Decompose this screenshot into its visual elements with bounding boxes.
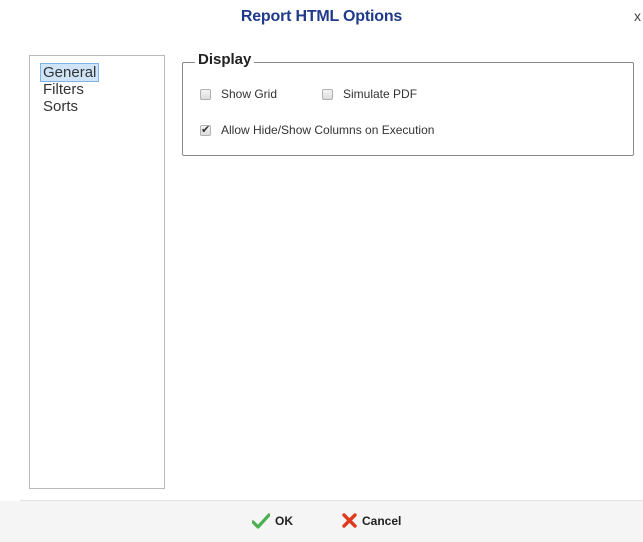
- nav-item-general[interactable]: General: [40, 63, 100, 82]
- cross-icon: [342, 513, 357, 528]
- nav-item-sorts[interactable]: Sorts: [41, 98, 80, 115]
- simulate-pdf-checkbox[interactable]: [322, 88, 333, 100]
- allow-hide-show-columns-label: Allow Hide/Show Columns on Execution: [221, 123, 435, 137]
- display-group: [182, 62, 634, 156]
- show-grid-label: Show Grid: [221, 87, 278, 101]
- dialog-footer: [0, 501, 643, 542]
- ok-button-label: OK: [275, 514, 293, 528]
- allow-hide-show-columns-checkbox[interactable]: [200, 123, 211, 136]
- simulate-pdf-option[interactable]: Simulate PDF: [322, 87, 417, 101]
- allow-hide-show-columns-option[interactable]: Allow Hide/Show Columns on Execution: [200, 123, 434, 137]
- footer-divider: [20, 500, 643, 501]
- options-category-list: General Filters Sorts: [29, 55, 165, 489]
- show-grid-option[interactable]: Show Grid: [200, 87, 277, 101]
- display-group-legend: Display: [195, 51, 255, 68]
- cancel-button-label: Cancel: [362, 513, 402, 528]
- dialog-title-bar: Report HTML Options x: [0, 0, 643, 36]
- dialog-title: Report HTML Options: [240, 8, 403, 25]
- nav-item-filters[interactable]: Filters: [41, 81, 86, 98]
- show-grid-checkbox[interactable]: [200, 88, 211, 100]
- cancel-button[interactable]: Cancel: [342, 513, 401, 528]
- close-button[interactable]: x: [634, 8, 641, 24]
- simulate-pdf-label: Simulate PDF: [343, 87, 418, 101]
- checkmark-icon: [252, 513, 270, 529]
- ok-button[interactable]: OK: [252, 513, 293, 529]
